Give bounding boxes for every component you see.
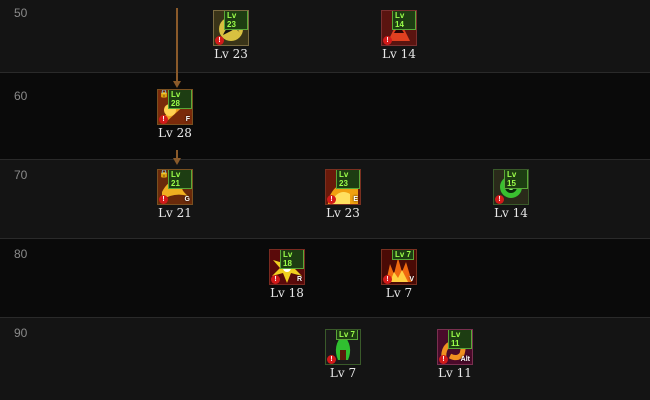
skill-level-label: Lv 23: [326, 206, 360, 220]
skill-level-badge: Lv 23: [336, 170, 360, 189]
skill-slot-s80b[interactable]: Lv 7! V Lv 7: [375, 249, 423, 303]
skill-level-label: Lv 14: [382, 47, 416, 61]
skill-hotkey: G: [184, 196, 190, 203]
skill-slot-s70c[interactable]: Lv 15! Lv 14: [487, 169, 535, 223]
prerequisite-arrow: [173, 8, 181, 88]
level-label: 90: [14, 326, 28, 340]
level-label: 80: [14, 247, 28, 261]
skill-icon-frame[interactable]: Lv 23!: [213, 10, 249, 46]
skill-level-label: Lv 7: [329, 366, 357, 380]
skill-slot-s60a[interactable]: 🔒 Lv 28! F Lv 28: [151, 89, 199, 143]
skill-slot-s70a[interactable]: 🔒 Lv 21! G Lv 21: [151, 169, 199, 223]
skill-slot-s90b[interactable]: Lv 11! Alt Lv 11: [431, 329, 479, 383]
skill-level-badge: Lv 18: [280, 250, 304, 269]
skill-level-badge: Lv 28: [168, 90, 192, 109]
alert-icon: !: [383, 36, 392, 45]
alert-icon: !: [327, 195, 336, 204]
skill-level-label: Lv 28: [158, 126, 192, 140]
skill-slot-s90a[interactable]: Lv 7! Lv 7: [319, 329, 367, 383]
skill-slot-s50b[interactable]: Lv 14! Lv 14: [375, 10, 423, 64]
skill-level-badge: Lv 23: [224, 11, 248, 30]
alert-icon: !: [159, 115, 168, 124]
skill-level-badge: Lv 7: [336, 330, 359, 340]
skill-hotkey: V: [409, 276, 414, 283]
skill-icon-frame[interactable]: Lv 7!: [325, 329, 361, 365]
level-label: 70: [14, 168, 28, 182]
skill-level-label: Lv 18: [270, 286, 304, 300]
skill-slot-s80a[interactable]: Lv 18! R Lv 18: [263, 249, 311, 303]
level-row-80: 80: [0, 239, 650, 317]
skill-level-label: Lv 23: [214, 47, 248, 61]
skill-hotkey: F: [185, 116, 190, 123]
skill-level-label: Lv 14: [494, 206, 528, 220]
level-row-60: 60: [0, 73, 650, 159]
alert-icon: !: [327, 355, 336, 364]
skill-level-label: Lv 21: [158, 206, 192, 220]
alert-icon: !: [271, 275, 280, 284]
skill-icon-frame[interactable]: Lv 23! E: [325, 169, 361, 205]
alert-icon: !: [439, 355, 448, 364]
skill-icon-frame[interactable]: Lv 11! Alt: [437, 329, 473, 365]
alert-icon: !: [495, 195, 504, 204]
skill-tree: 50 60 70 80 90 Lv 23! Lv 23 Lv 14! Lv 14 🔒…: [0, 0, 650, 400]
skill-icon-frame[interactable]: Lv 18! R: [269, 249, 305, 285]
skill-level-badge: Lv 14: [392, 11, 416, 30]
skill-level-badge: Lv 21: [168, 170, 192, 189]
skill-level-label: Lv 11: [438, 366, 472, 380]
alert-icon: !: [215, 36, 224, 45]
skill-hotkey: E: [353, 196, 358, 203]
skill-icon-frame[interactable]: Lv 7! V: [381, 249, 417, 285]
alert-icon: !: [383, 275, 392, 284]
skill-level-badge: Lv 7: [392, 250, 415, 260]
level-label: 50: [14, 6, 28, 20]
skill-hotkey: Alt: [460, 356, 470, 363]
skill-icon-frame[interactable]: 🔒 Lv 21! G: [157, 169, 193, 205]
level-row-50: 50: [0, 0, 650, 72]
level-label: 60: [14, 89, 28, 103]
skill-level-badge: Lv 11: [448, 330, 472, 349]
skill-icon-frame[interactable]: Lv 14!: [381, 10, 417, 46]
skill-slot-s50a[interactable]: Lv 23! Lv 23: [207, 10, 255, 64]
skill-level-label: Lv 7: [385, 286, 413, 300]
alert-icon: !: [159, 195, 168, 204]
prerequisite-arrow: [173, 150, 181, 166]
skill-level-badge: Lv 15: [504, 170, 528, 189]
skill-icon-frame[interactable]: Lv 15!: [493, 169, 529, 205]
skill-icon-frame[interactable]: 🔒 Lv 28! F: [157, 89, 193, 125]
skill-slot-s70b[interactable]: Lv 23! E Lv 23: [319, 169, 367, 223]
skill-hotkey: R: [296, 276, 302, 283]
